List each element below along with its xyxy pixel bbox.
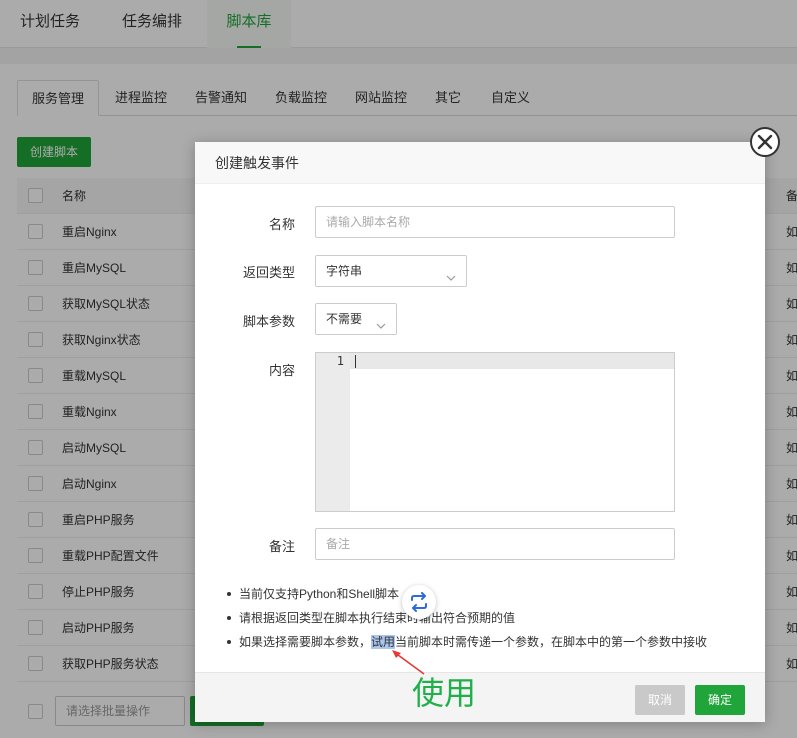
editor-active-line [350,353,674,369]
remark-label: 备注 [268,539,295,554]
chevron-down-icon [445,265,457,295]
line-number: 1 [336,354,344,368]
return-type-label: 返回类型 [242,265,295,280]
return-type-select[interactable]: 字符串 [315,255,467,287]
content-label: 内容 [268,363,295,378]
modal-footer: 取消 确定 [195,672,765,722]
highlighted-text: 试用 [371,635,396,649]
modal-title: 创建触发事件 [195,142,765,184]
tip-item: 如果选择需要脚本参数，试用当前脚本时需传递一个参数，在脚本中的第一个参数中接收 [225,630,745,654]
editor-cursor [355,355,356,368]
translate-icon[interactable] [402,585,436,619]
script-param-value: 不需要 [326,312,363,326]
confirm-button[interactable]: 确定 [695,685,745,715]
tip-text: 当前脚本时需传递一个参数，在脚本中的第一个参数中接收 [395,635,708,649]
cancel-button[interactable]: 取消 [635,685,685,715]
annotation-label: 使用 [412,674,477,712]
name-label: 名称 [268,217,295,232]
return-type-value: 字符串 [326,264,363,278]
chevron-down-icon [375,313,387,343]
script-param-label: 脚本参数 [242,314,295,329]
tip-item: 当前仅支持Python和Shell脚本 [225,582,745,606]
close-icon[interactable] [750,127,780,157]
remark-input[interactable]: 备注 [315,528,675,560]
script-name-input[interactable]: 请输入脚本名称 [315,206,675,238]
script-content-editor[interactable]: 1 [315,352,675,512]
tips-list: 当前仅支持Python和Shell脚本 请根据返回类型在脚本执行结束时输出符合预… [225,582,745,654]
tip-text: 如果选择需要脚本参数， [239,635,372,649]
create-trigger-modal: 创建触发事件 名称 请输入脚本名称 返回类型 字符串 脚本参数 不需要 内容 1… [195,142,765,722]
script-param-select[interactable]: 不需要 [315,303,397,335]
tip-item: 请根据返回类型在脚本执行结束时输出符合预期的值 [225,606,745,630]
editor-gutter [316,353,350,511]
